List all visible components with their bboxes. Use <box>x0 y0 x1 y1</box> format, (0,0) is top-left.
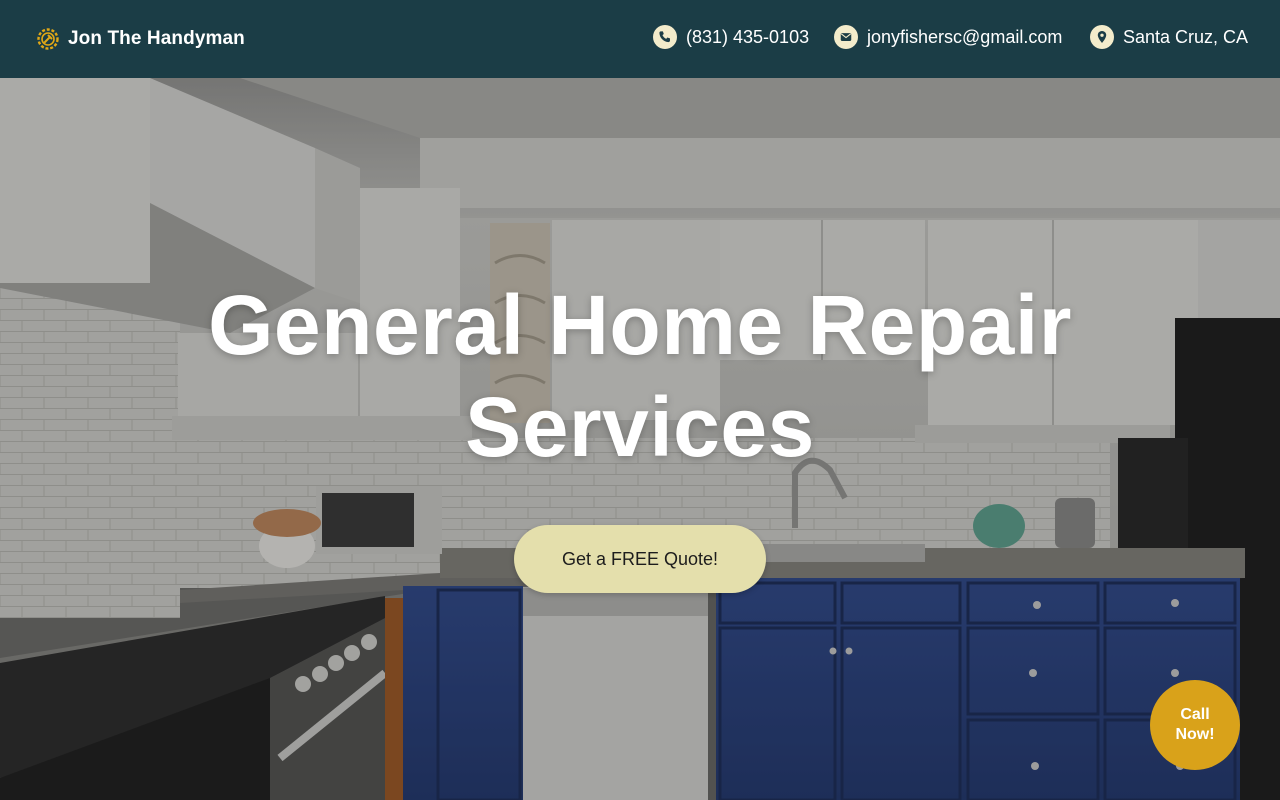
phone-icon <box>653 25 677 49</box>
brand-name: Jon The Handyman <box>68 28 245 49</box>
site-header: Jon The Handyman (831) 435-0103 jonyfish… <box>0 0 1280 78</box>
brand-link[interactable]: Jon The Handyman <box>36 27 245 51</box>
call-now-line-2: Now! <box>1175 726 1215 743</box>
location-contact-link[interactable]: Santa Cruz, CA <box>1090 25 1248 49</box>
hero-title-line-1: General Home Repair <box>208 278 1072 372</box>
email-address: jonyfishersc@gmail.com <box>867 26 1063 47</box>
location-text: Santa Cruz, CA <box>1123 26 1249 47</box>
call-now-line-1: Call <box>1180 706 1210 723</box>
hero-section: General Home Repair Services Get a FREE … <box>0 78 1280 800</box>
email-contact-link[interactable]: jonyfishersc@gmail.com <box>834 25 1062 49</box>
hero-title-line-2: Services <box>465 380 815 474</box>
logo-gear-icon <box>37 28 59 50</box>
mail-icon <box>834 25 858 49</box>
phone-number: (831) 435-0103 <box>686 26 810 47</box>
phone-contact-link[interactable]: (831) 435-0103 <box>653 25 809 49</box>
location-pin-icon <box>1090 25 1114 49</box>
free-quote-button[interactable]: Get a FREE Quote! <box>514 525 766 593</box>
call-now-button[interactable]: Call Now! <box>1150 680 1240 770</box>
hero-title: General Home Repair Services <box>0 274 1280 478</box>
